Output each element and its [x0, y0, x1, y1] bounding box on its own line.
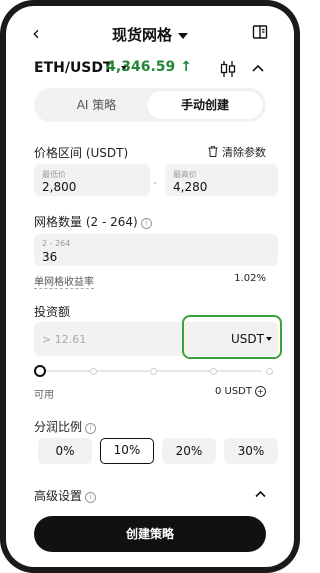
- split-option-30[interactable]: 30%: [224, 438, 278, 464]
- slider-handle[interactable]: [34, 365, 46, 377]
- investment-slider[interactable]: [34, 365, 273, 377]
- range-separator: -: [153, 176, 157, 189]
- available-balance: 0 USDT +: [215, 386, 266, 397]
- arrow-up-icon: ↑: [180, 59, 192, 75]
- pair-row: ETH/USDT 4,346.59 ↑: [34, 56, 266, 80]
- clear-params-label: 清除参数: [222, 146, 266, 159]
- available-label: 可用: [34, 390, 54, 401]
- investment-placeholder: > 12.61: [42, 333, 87, 346]
- price-range-label: 价格区间 (USDT): [34, 146, 129, 160]
- grid-yield-label[interactable]: 单网格收益率: [34, 273, 94, 289]
- grid-count-value: 36: [42, 250, 58, 264]
- caret-down-icon: [266, 337, 272, 341]
- min-price-value: 2,800: [42, 180, 77, 194]
- last-price: 4,346.59 ↑: [106, 59, 192, 75]
- info-icon[interactable]: i: [85, 492, 97, 503]
- advanced-settings-label-text: 高级设置: [34, 489, 83, 503]
- split-option-10[interactable]: 10%: [100, 438, 154, 464]
- last-price-value: 4,346.59: [106, 59, 176, 75]
- trash-icon: [208, 146, 218, 157]
- candlestick-icon[interactable]: [220, 60, 236, 78]
- create-strategy-button[interactable]: 创建策略: [34, 516, 266, 552]
- page-title[interactable]: 现货网格: [6, 24, 294, 45]
- min-price-input[interactable]: 最低价 2,800: [34, 164, 150, 196]
- pair-symbol: ETH/USDT: [34, 60, 113, 76]
- investment-unit[interactable]: USDT: [231, 332, 264, 346]
- mode-tabs: AI 策略 手动创建: [34, 88, 266, 122]
- profit-split-label-text: 分润比例: [34, 420, 83, 434]
- tab-ai-strategy[interactable]: AI 策略: [37, 91, 156, 119]
- grid-count-range-caption: 2 - 264: [42, 239, 71, 248]
- info-icon[interactable]: i: [140, 218, 152, 229]
- advanced-settings-label[interactable]: 高级设置 i: [34, 487, 97, 504]
- page-title-text: 现货网格: [111, 26, 172, 44]
- available-value: 0 USDT: [214, 386, 252, 397]
- chevron-down-icon: [178, 32, 188, 39]
- plus-circle-icon[interactable]: +: [255, 386, 266, 397]
- split-option-20[interactable]: 20%: [162, 438, 216, 464]
- grid-count-input[interactable]: 2 - 264 36: [34, 234, 278, 266]
- investment-label: 投资额: [34, 305, 71, 319]
- profit-split-label: 分润比例 i: [34, 418, 97, 435]
- max-price-value: 4,280: [173, 180, 208, 194]
- grid-yield-value: 1.02%: [234, 273, 266, 284]
- chevron-up-icon[interactable]: [252, 64, 264, 72]
- grid-count-label-text: 网格数量 (2 - 264): [34, 215, 138, 229]
- min-price-caption: 最低价: [42, 170, 66, 179]
- tab-manual-create[interactable]: 手动创建: [147, 91, 263, 119]
- slider-tick[interactable]: [150, 368, 157, 375]
- clear-params-button[interactable]: 清除参数: [208, 144, 266, 160]
- book-icon[interactable]: [252, 24, 268, 40]
- info-icon[interactable]: i: [85, 423, 97, 434]
- slider-tick[interactable]: [90, 368, 97, 375]
- top-bar: ‹ 现货网格: [6, 18, 294, 50]
- slider-tick[interactable]: [210, 368, 217, 375]
- max-price-caption: 最高价: [173, 170, 197, 179]
- chevron-up-icon[interactable]: [255, 490, 266, 498]
- grid-count-label: 网格数量 (2 - 264) i: [34, 213, 152, 230]
- app-screen: ‹ 现货网格 ETH/USDT 4,346.59 ↑ AI 策略 手动创建 价格区…: [6, 6, 294, 567]
- split-option-0[interactable]: 0%: [38, 438, 92, 464]
- slider-tick[interactable]: [266, 368, 273, 375]
- phone-frame: ‹ 现货网格 ETH/USDT 4,346.59 ↑ AI 策略 手动创建 价格区…: [0, 0, 300, 573]
- max-price-input[interactable]: 最高价 4,280: [165, 164, 278, 196]
